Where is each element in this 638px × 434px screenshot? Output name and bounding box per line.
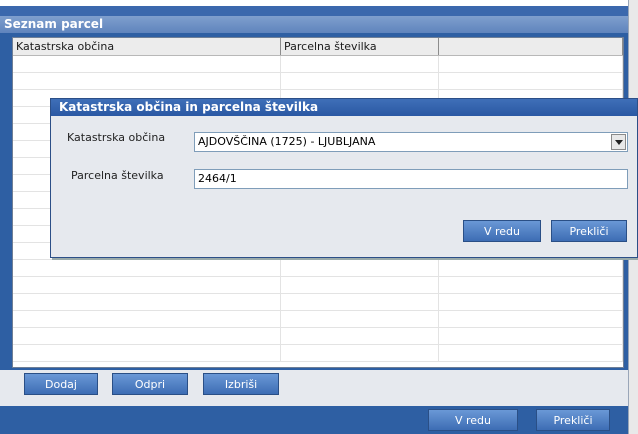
table-cell xyxy=(13,73,281,89)
window-title: Seznam parcel xyxy=(0,16,628,33)
table-cell xyxy=(281,56,439,72)
column-header-empty[interactable] xyxy=(439,38,623,55)
table-cell xyxy=(281,345,439,361)
table-row[interactable] xyxy=(13,73,623,90)
table-row[interactable] xyxy=(13,294,623,311)
column-header-municipality[interactable]: Katastrska občina xyxy=(13,38,281,55)
table-cell xyxy=(281,73,439,89)
municipality-label: Katastrska občina xyxy=(67,131,166,144)
open-button[interactable]: Odpri xyxy=(112,373,188,395)
delete-button[interactable]: Izbriši xyxy=(203,373,279,395)
table-row[interactable] xyxy=(13,56,623,73)
add-button[interactable]: Dodaj xyxy=(24,373,98,395)
footer-bar: V redu Prekliči xyxy=(0,406,628,434)
table-cell xyxy=(281,260,439,276)
parcel-input-dialog: Katastrska občina in parcelna številka K… xyxy=(50,98,638,258)
table-cell xyxy=(281,311,439,327)
table-cell xyxy=(13,277,281,293)
background-strip xyxy=(0,0,638,16)
table-cell xyxy=(13,311,281,327)
grid-header: Katastrska občina Parcelna številka xyxy=(13,38,623,56)
table-cell xyxy=(281,328,439,344)
table-row[interactable] xyxy=(13,260,623,277)
table-cell xyxy=(439,311,623,327)
table-cell xyxy=(439,328,623,344)
table-cell xyxy=(281,277,439,293)
footer-cancel-button[interactable]: Prekliči xyxy=(536,409,610,431)
table-cell xyxy=(439,73,623,89)
column-header-parcel[interactable]: Parcelna številka xyxy=(281,38,439,55)
table-cell xyxy=(439,260,623,276)
chevron-down-icon[interactable] xyxy=(611,134,626,150)
table-cell xyxy=(439,345,623,361)
table-cell xyxy=(439,277,623,293)
dialog-cancel-button[interactable]: Prekliči xyxy=(551,220,627,242)
municipality-value: AJDOVŠČINA (1725) - LJUBLJANA xyxy=(198,135,376,148)
table-row[interactable] xyxy=(13,345,623,362)
table-row[interactable] xyxy=(13,328,623,345)
dialog-title: Katastrska občina in parcelna številka xyxy=(51,99,637,116)
table-cell xyxy=(13,56,281,72)
table-cell xyxy=(13,345,281,361)
table-row[interactable] xyxy=(13,311,623,328)
table-cell xyxy=(439,294,623,310)
parcel-number-input[interactable]: 2464/1 xyxy=(194,169,628,189)
municipality-select[interactable]: AJDOVŠČINA (1725) - LJUBLJANA xyxy=(194,132,628,152)
action-button-bar: Dodaj Odpri Izbriši xyxy=(0,370,628,406)
table-cell xyxy=(13,260,281,276)
table-cell xyxy=(13,294,281,310)
table-row[interactable] xyxy=(13,277,623,294)
parcel-label: Parcelna številka xyxy=(71,169,164,182)
parcel-list-window: Seznam parcel Katastrska občina Parcelna… xyxy=(0,0,638,434)
table-cell xyxy=(13,328,281,344)
table-cell xyxy=(281,294,439,310)
footer-ok-button[interactable]: V redu xyxy=(428,409,518,431)
table-cell xyxy=(439,56,623,72)
dialog-ok-button[interactable]: V redu xyxy=(463,220,541,242)
